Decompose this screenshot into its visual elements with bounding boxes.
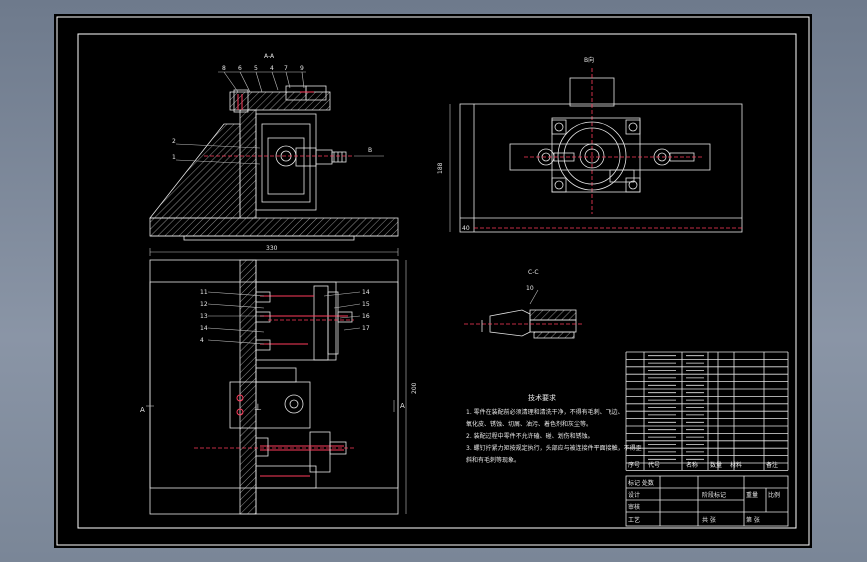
tech-requirements: 技术要求 1. 零件在装配前必须清理和清洗干净，不得有毛刺、飞边、 氧化皮、锈蚀… (466, 393, 642, 464)
support-rib (149, 123, 241, 219)
fixture-body (255, 113, 317, 211)
body-plan (551, 117, 641, 193)
tech-req-line-5: 斜和有毛刺等现象。 (466, 456, 520, 464)
detail-cc: C-C 10 (464, 269, 584, 339)
balloon-8: 8 (222, 65, 226, 72)
view-b: B向 188 40 (437, 56, 743, 233)
tb-sheet-no: 第 张 (746, 516, 760, 524)
dim-330: 330 (266, 245, 278, 252)
inner-border (77, 33, 797, 529)
view-label-b: B向 (584, 56, 594, 64)
bom-header-name: 名称 (686, 461, 698, 469)
tb-process: 工艺 (628, 516, 640, 524)
front-section-view: A-A 8 6 5 4 7 9 2 1 B (149, 53, 399, 241)
tech-req-line-3: 2. 装配过程中零件不允许磕、碰、划伤和锈蚀。 (466, 432, 594, 440)
arrow-b-label: B (368, 147, 372, 154)
tech-req-title: 技术要求 (528, 393, 556, 402)
balloon-11: 11 (200, 289, 208, 296)
bom-header-no: 序号 (628, 461, 640, 469)
dim-200: 200 (411, 382, 418, 394)
balloon-7: 7 (284, 65, 288, 72)
section-a-right: A (400, 402, 405, 410)
section-a-left: A (140, 406, 145, 414)
plan-view: 330 ⊥ A A 200 11 12 13 14 4 14 15 16 17 (140, 245, 418, 515)
tb-stage: 阶段标记 (702, 491, 726, 499)
balloon-14: 14 (200, 325, 208, 332)
bom-header-qty: 数量 (710, 461, 722, 469)
balloon-4b: 4 (200, 337, 204, 344)
view-label-aa: A-A (264, 53, 275, 60)
balloon-4: 4 (270, 65, 274, 72)
balloon-9: 9 (300, 65, 304, 72)
title-block: 标记 处数 设计 审核 工艺 阶段标记 重量 比例 共 张 第 张 (625, 475, 789, 527)
cad-drawing: A-A 8 6 5 4 7 9 2 1 B B向 188 40 330 ⊥ A … (56, 16, 810, 546)
symbol-fixture: ⊥ (254, 403, 262, 413)
balloon-16: 16 (362, 313, 370, 320)
tb-design: 设计 (628, 491, 640, 499)
balloon-17: 17 (362, 325, 370, 332)
balloon-1: 1 (172, 154, 176, 161)
balloon-13: 13 (200, 313, 208, 320)
balloons-top-group: 8 6 5 4 7 9 (218, 65, 306, 93)
cad-viewport[interactable]: A-A 8 6 5 4 7 9 2 1 B B向 188 40 330 ⊥ A … (54, 14, 812, 548)
balloon-5: 5 (254, 65, 258, 72)
plan-vertical-plate (239, 259, 257, 515)
balloon-12: 12 (200, 301, 208, 308)
balloon-14r: 14 (362, 289, 370, 296)
bom-table (625, 351, 789, 471)
dim-40: 40 (462, 225, 470, 232)
balloon-15: 15 (362, 301, 370, 308)
tech-req-line-2: 氧化皮、锈蚀、切屑、油污、着色剂和灰尘等。 (466, 420, 592, 428)
tech-req-line-4: 3. 螺钉拧紧力矩按规定执行，头部应与被连接件平面接触，不得歪 (466, 444, 642, 452)
tb-review: 审核 (628, 503, 640, 511)
dim-188: 188 (437, 162, 444, 174)
balloon-6: 6 (238, 65, 242, 72)
top-clamp (229, 91, 331, 111)
bom-header-material: 材料 (730, 461, 742, 469)
bom-footer: 序号 代号 名称 数量 材料 备注 (628, 461, 778, 469)
tb-weight: 重量 (746, 491, 758, 499)
base-plate (149, 217, 399, 237)
tech-req-line-1: 1. 零件在装配前必须清理和清洗干净，不得有毛刺、飞边、 (466, 408, 624, 416)
vertical-plate (239, 109, 257, 219)
tb-scale: 比例 (768, 491, 780, 499)
tb-mark: 标记 处数 (628, 479, 654, 487)
tb-sheets-total: 共 张 (702, 516, 716, 524)
balloon-10: 10 (526, 285, 534, 292)
balloon-2: 2 (172, 138, 176, 145)
bom-header-remark: 备注 (766, 461, 778, 469)
bom-header-code: 代号 (648, 461, 660, 469)
view-label-cc: C-C (528, 269, 539, 276)
